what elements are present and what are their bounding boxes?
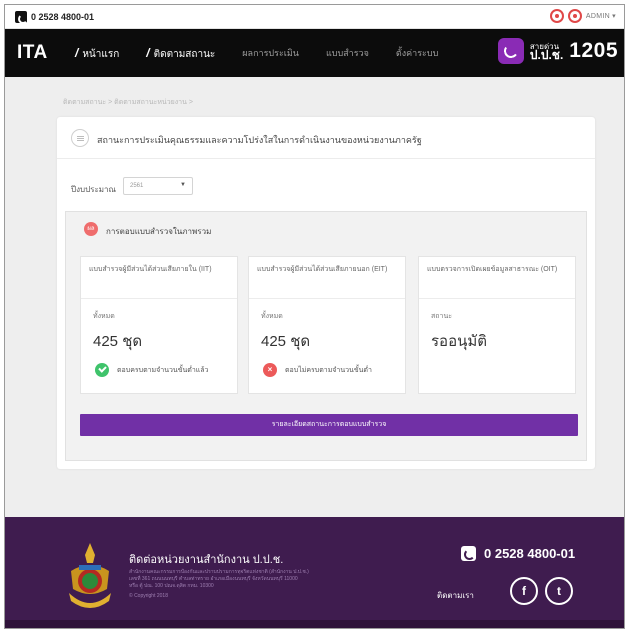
hotline-phone-icon <box>497 38 524 64</box>
pdf-icon[interactable] <box>567 9 582 23</box>
hotline-org: ป.ป.ช. <box>529 48 564 62</box>
footer-copyright: © Copyright 2018 <box>129 593 168 599</box>
survey-card-iit: แบบสำรวจผู้มีส่วนได้ส่วนเสียภายใน (IIT) … <box>80 256 238 394</box>
top-phone: 0 2528 4800-01 <box>15 11 95 24</box>
breadcrumb[interactable]: ติดตามสถานะ > ติดตามสถานะหน่วยงาน > <box>63 97 193 108</box>
card-status: ตอบครบตามจำนวนขั้นต่ำแล้ว <box>95 363 208 377</box>
summary-badge: ผล <box>84 222 98 236</box>
card-subtitle: ทั้งหมด <box>261 313 283 320</box>
phone-icon <box>461 546 476 561</box>
survey-card-oit: แบบตรวจการเปิดเผยข้อมูลสาธารณะ (OIT) สถา… <box>418 256 576 394</box>
top-utility-bar: 0 2528 4800-01 ADMIN ▾ <box>5 5 624 29</box>
menu-icon[interactable] <box>71 129 89 147</box>
check-circle-icon <box>95 363 109 377</box>
footer-title: ติดต่อหน่วยงานสำนักงาน ป.ป.ช. <box>129 554 284 566</box>
main-nav: / หน้าแรก / ติดตามสถานะ ผลการประเมิน แบบสำ… <box>75 46 465 62</box>
card-count: 425 ชุด <box>261 333 311 350</box>
facebook-icon[interactable]: f <box>510 577 538 605</box>
chevron-down-icon: ▼ <box>180 182 186 188</box>
user-menu[interactable]: ADMIN ▾ <box>586 12 616 20</box>
hotline[interactable]: สายด่วน ป.ป.ช. 1205 <box>497 38 618 64</box>
card-title: แบบตรวจการเปิดเผยข้อมูลสาธารณะ (OIT) <box>419 257 575 299</box>
pdf-icon[interactable] <box>549 9 564 23</box>
hotline-number: 1205 <box>569 39 618 62</box>
browser-frame: 0 2528 4800-01 ADMIN ▾ ITA / หน้าแรก / ติด… <box>4 4 625 629</box>
nav-item-settings[interactable]: ตั้งค่าระบบ <box>396 46 438 62</box>
card-title: แบบสำรวจผู้มีส่วนได้ส่วนเสียภายใน (IIT) <box>81 257 237 299</box>
footer-phone[interactable]: 0 2528 4800-01 <box>461 546 575 561</box>
card-subtitle: ทั้งหมด <box>93 313 115 320</box>
nav-item-home[interactable]: / หน้าแรก <box>75 46 119 62</box>
card-status-value: รออนุมัติ <box>431 333 487 350</box>
summary-title: การตอบแบบสำรวจในภาพรวม <box>106 227 212 236</box>
card-subtitle: สถานะ <box>431 313 452 320</box>
top-phone-number: 0 2528 4800-01 <box>31 12 95 22</box>
nacc-emblem-logo <box>69 543 111 608</box>
survey-detail-button[interactable]: รายละเอียดสถานะการตอบแบบสำรวจ <box>80 414 578 436</box>
nav-item-survey[interactable]: แบบสำรวจ <box>326 46 369 62</box>
survey-card-eit: แบบสำรวจผู้มีส่วนได้ส่วนเสียภายนอก (EIT)… <box>248 256 406 394</box>
summary-section: ผล การตอบแบบสำรวจในภาพรวม แบบสำรวจผู้มีส… <box>65 211 587 461</box>
panel-title: สถานะการประเมินคุณธรรมและความโปร่งใสในกา… <box>97 135 422 145</box>
budget-year-label: ปีงบประมาณ <box>71 185 116 194</box>
budget-year-select[interactable]: 2561 ▼ <box>123 177 193 195</box>
site-logo[interactable]: ITA <box>17 42 48 64</box>
nav-item-results[interactable]: ผลการประเมิน <box>242 46 299 62</box>
follow-label: ติดตามเรา <box>437 591 474 600</box>
phone-icon <box>15 11 28 24</box>
main-navbar: ITA / หน้าแรก / ติดตามสถานะ ผลการประเมิน แ… <box>5 29 624 77</box>
card-title: แบบสำรวจผู้มีส่วนได้ส่วนเสียภายนอก (EIT) <box>249 257 405 299</box>
panel-header: สถานะการประเมินคุณธรรมและความโปร่งใสในกา… <box>57 117 595 159</box>
card-count: 425 ชุด <box>93 333 143 350</box>
nav-item-status[interactable]: / ติดตามสถานะ <box>146 46 215 62</box>
twitter-icon[interactable]: t <box>545 577 573 605</box>
footer-bottom-bar <box>5 620 624 628</box>
footer-line: หรือ ตู้ ปณ. 100 ปณจ.ดุสิต กทม. 10300 <box>129 583 214 589</box>
card-status: × ตอบไม่ครบตามจำนวนขั้นต่ำ <box>263 363 372 377</box>
close-circle-icon: × <box>263 363 277 377</box>
status-panel: สถานะการประเมินคุณธรรมและความโปร่งใสในกา… <box>57 117 595 469</box>
site-footer: ติดต่อหน่วยงานสำนักงาน ป.ป.ช. สำนักงานคณ… <box>5 517 624 628</box>
